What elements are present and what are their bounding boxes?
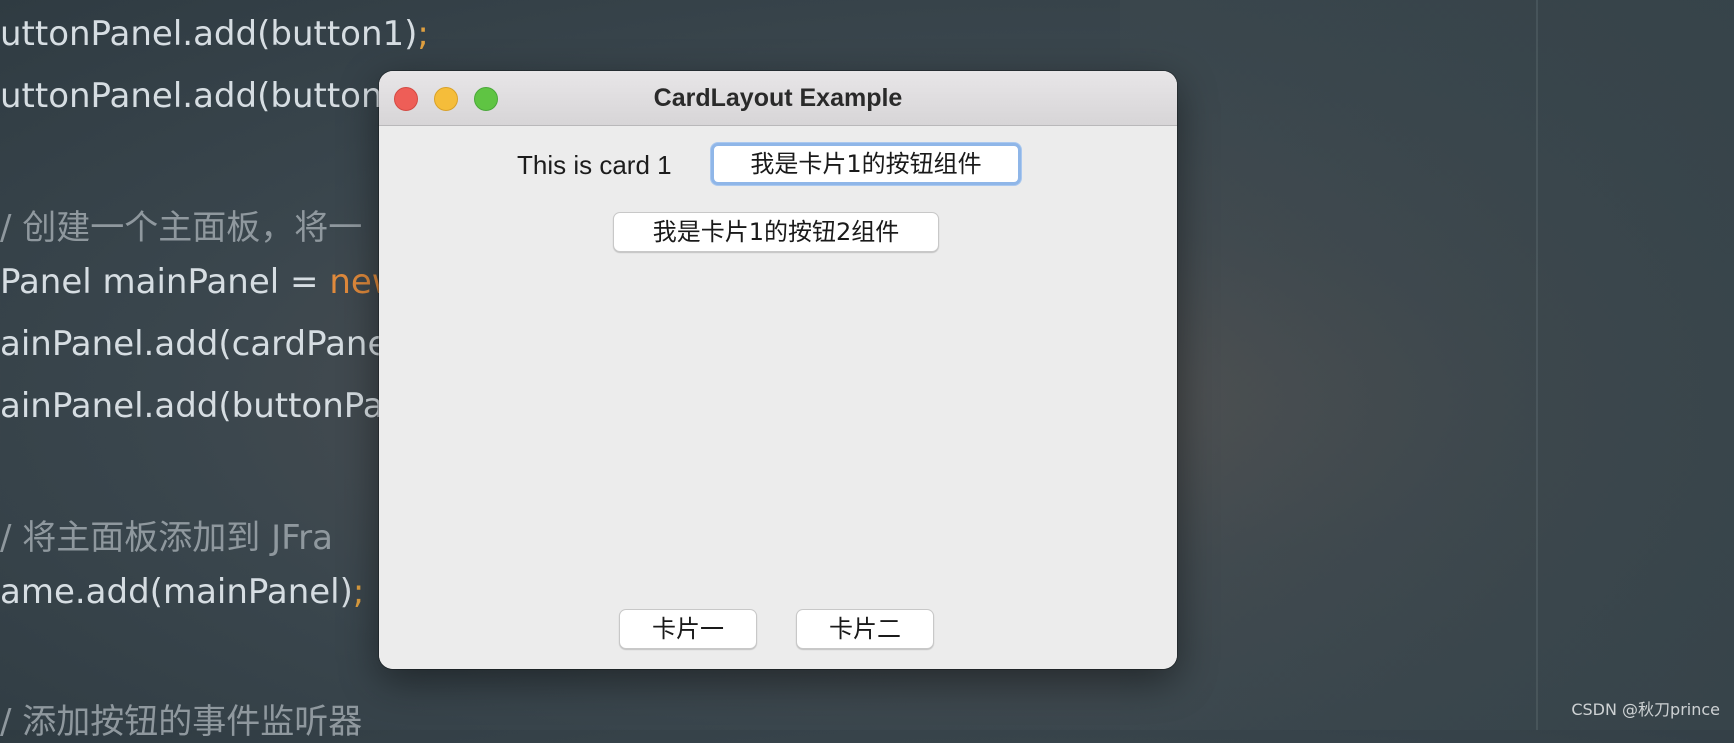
card-two-button[interactable]: 卡片二 (796, 609, 934, 649)
code-comment-1: / 创建一个主面板，将一 (0, 208, 363, 248)
card-label: This is card 1 (517, 150, 672, 180)
code-line-5: ainPanel.add(buttonPa (0, 386, 384, 426)
background-right-panel (1120, 0, 1734, 730)
code-line-1: uttonPanel.add(button1); (0, 14, 429, 54)
code-line-2: uttonPanel.add(button (0, 76, 383, 116)
background-code-editor: uttonPanel.add(button1); uttonPanel.add(… (0, 0, 429, 742)
app-window: CardLayout Example This is card 1 我是卡片1的… (379, 71, 1177, 669)
code-line-6: ame.add(mainPanel); (0, 572, 365, 612)
code-line-4: ainPanel.add(cardPane (0, 324, 389, 364)
code-comment-3: / 添加按钮的事件监听器 (0, 702, 363, 742)
card1-button2[interactable]: 我是卡片1的按钮2组件 (613, 212, 939, 252)
window-titlebar[interactable]: CardLayout Example (379, 71, 1177, 126)
background-divider (1536, 0, 1538, 730)
code-comment-2: / 将主面板添加到 JFra (0, 518, 333, 558)
card-panel: This is card 1 我是卡片1的按钮组件 我是卡片1的按钮2组件 卡片… (379, 126, 1177, 669)
card1-button[interactable]: 我是卡片1的按钮组件 (711, 143, 1021, 185)
card-one-button[interactable]: 卡片一 (619, 609, 757, 649)
code-line-3: Panel mainPanel = new (0, 262, 400, 302)
window-title: CardLayout Example (653, 84, 903, 112)
watermark: CSDN @秋刀prince (1571, 700, 1720, 719)
